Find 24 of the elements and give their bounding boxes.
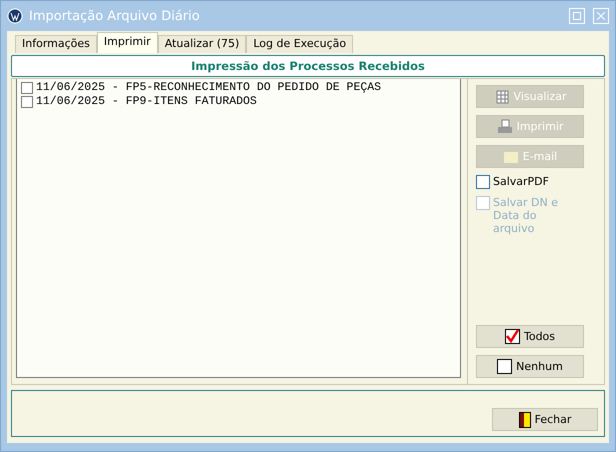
tab[interactable]: Atualizar (75) bbox=[158, 35, 246, 53]
close-icon bbox=[597, 12, 605, 20]
spreadsheet-icon bbox=[494, 88, 510, 104]
tab[interactable]: Informações bbox=[15, 35, 97, 53]
checkbox[interactable] bbox=[21, 82, 33, 94]
window-title: Importação Arquivo Diário bbox=[29, 8, 201, 24]
process-item[interactable]: 11/06/2025 - FP5-RECONHECIMENTO DO PEDIDO DE PEÇAS bbox=[36, 81, 382, 94]
maximize-icon bbox=[573, 12, 581, 20]
tab[interactable]: Log de Execução bbox=[246, 35, 354, 53]
circle-logo-icon bbox=[7, 8, 23, 24]
door-icon bbox=[518, 412, 531, 428]
select-all-button[interactable]: Todos bbox=[476, 325, 584, 348]
checkbox[interactable] bbox=[21, 96, 33, 108]
checkbox-label: SalvarPDF bbox=[493, 175, 550, 188]
checked-box-icon bbox=[504, 329, 520, 344]
printer-icon bbox=[496, 118, 513, 134]
checkbox-label: Salvar DN e Data do arquivo bbox=[493, 196, 560, 235]
close-window-button[interactable]: Fechar bbox=[492, 408, 598, 431]
panel-title: Impressão dos Processos Recebidos bbox=[11, 55, 605, 77]
empty-box-icon bbox=[497, 359, 512, 374]
select-none-button[interactable]: Nenhum bbox=[476, 355, 584, 378]
checkbox[interactable] bbox=[476, 175, 490, 189]
tab[interactable]: Imprimir bbox=[96, 32, 158, 53]
process-item[interactable]: 11/06/2025 - FP9-ITENS FATURADOS bbox=[36, 95, 257, 108]
